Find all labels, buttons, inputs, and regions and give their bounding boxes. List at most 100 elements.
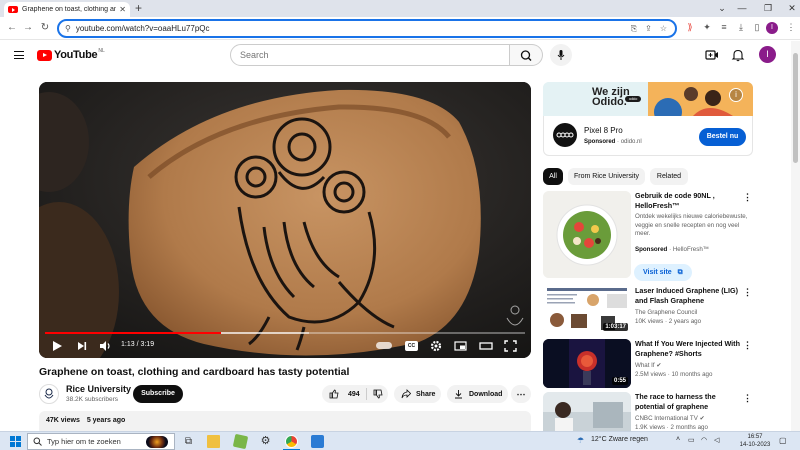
- notification-center-icon[interactable]: ▢: [779, 436, 787, 445]
- share-label: Share: [416, 390, 436, 398]
- progress-bar[interactable]: [45, 332, 525, 334]
- recommendation-item[interactable]: 1:03:17 Laser Induced Graphene (LIG) and…: [543, 286, 758, 334]
- page-scrollbar[interactable]: [791, 41, 800, 431]
- tab-close-icon[interactable]: ✕: [119, 5, 126, 14]
- download-icon[interactable]: ⤓: [735, 22, 747, 33]
- channel-name[interactable]: Rice University: [66, 384, 131, 394]
- guide-menu-icon[interactable]: [14, 51, 24, 59]
- chip-related[interactable]: Related: [650, 168, 688, 185]
- media-queue-icon[interactable]: ≡: [718, 22, 730, 32]
- ad-card[interactable]: Pixel 8 Pro Sponsored · odido.nl Bestel …: [543, 116, 753, 156]
- next-video-icon[interactable]: [76, 339, 88, 353]
- video-frame: [39, 82, 531, 358]
- taskbar-clock[interactable]: 16:57 14-10-2023: [738, 433, 772, 449]
- rec-stats: 1.9K views · 2 months ago: [635, 424, 750, 431]
- rec-menu-icon[interactable]: ⋮: [743, 393, 752, 404]
- recommendation-item[interactable]: 0:55 What If You Were Injected With Grap…: [543, 339, 758, 388]
- reload-button[interactable]: ↻: [38, 21, 52, 35]
- share-button[interactable]: Share: [394, 385, 441, 403]
- theater-mode-icon[interactable]: [479, 339, 493, 353]
- recommendation-item[interactable]: The race to harness the potential of gra…: [543, 392, 758, 431]
- rec-thumbnail[interactable]: [543, 392, 631, 431]
- rec-thumbnail[interactable]: [543, 191, 631, 278]
- ad-cta-button[interactable]: Bestel nu: [699, 128, 746, 146]
- rec-channel[interactable]: What If: [635, 362, 655, 369]
- search-button[interactable]: [510, 44, 543, 66]
- forward-button[interactable]: →: [21, 21, 35, 35]
- close-window-button[interactable]: ✕: [776, 0, 800, 17]
- chrome-browser-icon[interactable]: [285, 435, 298, 448]
- rec-channel-line: What If ✔: [635, 362, 750, 371]
- side-panel-icon[interactable]: ▯: [751, 22, 763, 33]
- rec-title[interactable]: The race to harness the potential of gra…: [635, 392, 745, 412]
- browser-tab[interactable]: Graphene on toast, clothing and cardboar…: [4, 2, 130, 17]
- thumbs-down-icon[interactable]: [373, 389, 383, 399]
- rec-thumbnail[interactable]: 1:03:17: [543, 286, 631, 334]
- weather-icon[interactable]: ☂: [577, 436, 584, 445]
- rec-menu-icon[interactable]: ⋮: [743, 287, 752, 298]
- network-icon[interactable]: ▭: [688, 436, 695, 444]
- fullscreen-icon[interactable]: [504, 339, 517, 353]
- share-page-icon[interactable]: ⇪: [645, 24, 652, 33]
- wifi-icon[interactable]: ◠: [701, 436, 707, 444]
- chip-from-rice-university[interactable]: From Rice University: [568, 168, 645, 185]
- recommendation-item[interactable]: Gebruik de code 90NL , HelloFresh™ Ontde…: [543, 191, 758, 281]
- install-app-icon[interactable]: ⎘: [631, 24, 637, 34]
- rec-channel[interactable]: The Graphene Council: [635, 309, 750, 318]
- site-info-icon[interactable]: ⚲: [65, 24, 71, 33]
- chip-all[interactable]: All: [543, 168, 563, 185]
- visit-site-button[interactable]: Visit site ⧉: [634, 264, 692, 281]
- volume-icon[interactable]: [99, 339, 112, 353]
- ad-info-icon[interactable]: i: [729, 88, 743, 102]
- extension-red-icon[interactable]: ⟫: [684, 22, 696, 33]
- rec-menu-icon[interactable]: ⋮: [743, 340, 752, 351]
- tray-expand-icon[interactable]: ˄: [676, 436, 680, 443]
- paint-app-icon[interactable]: [232, 433, 249, 450]
- create-video-icon[interactable]: [705, 48, 719, 62]
- rec-title[interactable]: What If You Were Injected With Graphene?…: [635, 339, 745, 359]
- video-player[interactable]: 1:13 / 3:19 CC: [39, 82, 531, 358]
- notifications-bell-icon[interactable]: [731, 48, 745, 62]
- youtube-logo[interactable]: YouTube NL: [37, 48, 105, 61]
- ad-banner-image: [543, 82, 753, 116]
- task-view-icon[interactable]: ⧉: [182, 435, 195, 448]
- account-avatar[interactable]: I: [759, 46, 776, 63]
- taskbar-search-box[interactable]: Typ hier om te zoeken: [27, 433, 175, 450]
- bookmark-star-icon[interactable]: ☆: [660, 24, 667, 33]
- rec-thumbnail[interactable]: 0:55: [543, 339, 631, 388]
- upload-age: 5 years ago: [86, 417, 126, 424]
- weather-text[interactable]: 12°C Zware regen: [591, 436, 648, 443]
- rec-title[interactable]: Laser Induced Graphene (LIG) and Flash G…: [635, 286, 745, 306]
- rec-menu-icon[interactable]: ⋮: [743, 192, 752, 203]
- browser-menu-icon[interactable]: ⋮: [785, 22, 797, 33]
- new-tab-button[interactable]: +: [135, 2, 142, 15]
- rec-duration: 1:03:17: [603, 323, 628, 331]
- extensions-puzzle-icon[interactable]: ✦: [701, 22, 713, 33]
- autoplay-toggle[interactable]: [376, 342, 392, 349]
- salad-bowl-image: [543, 191, 631, 278]
- photos-app-icon[interactable]: [311, 435, 324, 448]
- address-bar[interactable]: ⚲ youtube.com/watch?v=oaaHLu77pQc ⎘ ⇪ ☆: [57, 19, 677, 38]
- channel-avatar[interactable]: [39, 384, 59, 404]
- subscribe-button[interactable]: Subscribe: [133, 385, 183, 403]
- ad-banner[interactable]: We zijn Odido. odido i: [543, 82, 753, 116]
- download-button[interactable]: Download: [447, 385, 508, 403]
- volume-tray-icon[interactable]: ◁: [714, 436, 719, 444]
- more-actions-button[interactable]: ⋯: [511, 385, 531, 403]
- file-explorer-icon[interactable]: [207, 435, 220, 448]
- back-button[interactable]: ←: [5, 21, 19, 35]
- rec-title[interactable]: Gebruik de code 90NL , HelloFresh™: [635, 191, 745, 211]
- rice-owl-logo-icon: [44, 388, 54, 399]
- play-icon[interactable]: [51, 339, 63, 353]
- scrollbar-thumb[interactable]: [793, 53, 798, 163]
- settings-gear-icon[interactable]: [430, 339, 442, 353]
- settings-gear-taskbar-icon[interactable]: ⚙: [259, 435, 272, 448]
- voice-search-button[interactable]: [550, 44, 572, 66]
- rec-channel[interactable]: CNBC International TV: [635, 415, 698, 422]
- captions-button[interactable]: CC: [405, 341, 418, 351]
- windows-start-icon[interactable]: [10, 436, 21, 447]
- miniplayer-icon[interactable]: [454, 339, 467, 353]
- search-input[interactable]: [240, 50, 509, 60]
- like-button[interactable]: 494: [322, 389, 360, 399]
- browser-profile-avatar[interactable]: I: [766, 22, 778, 34]
